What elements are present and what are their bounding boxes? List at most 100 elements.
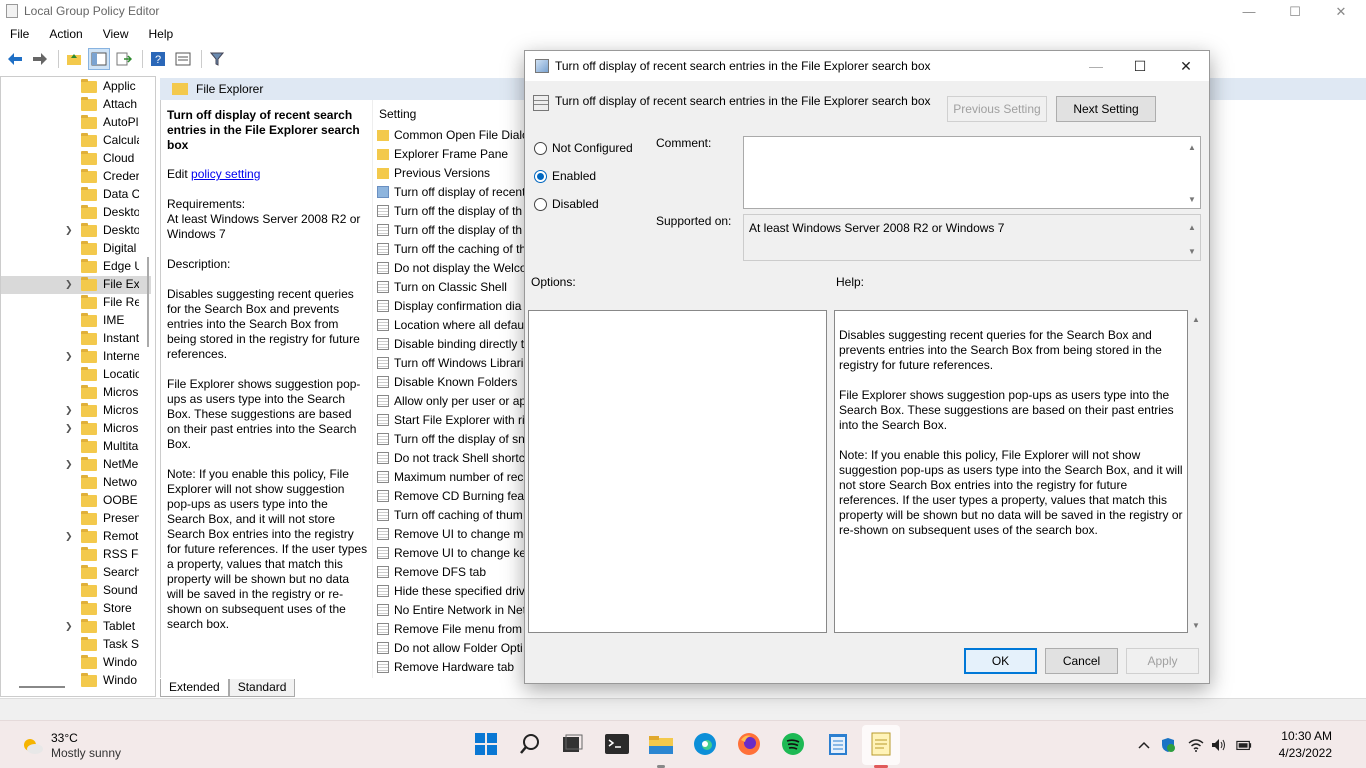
terminal-icon[interactable] (604, 731, 630, 757)
radio-not-configured-dot[interactable] (534, 141, 547, 155)
scroll-down-arrow-icon[interactable]: ▼ (1188, 195, 1196, 204)
tree-item[interactable]: Netwo (1, 474, 151, 492)
chevron-right-icon[interactable]: ❯ (65, 279, 73, 290)
up-folder-icon[interactable] (63, 48, 85, 70)
edit-policy-link[interactable]: policy setting (191, 167, 260, 181)
setting-row[interactable]: No Entire Network in Net (377, 603, 526, 622)
setting-column-header[interactable]: Setting (379, 107, 416, 121)
edge-browser-icon[interactable] (692, 731, 718, 757)
tree-item[interactable]: ❯ Micros (1, 402, 151, 420)
tree-item[interactable]: ❯ Remot (1, 528, 151, 546)
clock-date[interactable]: 4/23/2022 (1262, 746, 1332, 760)
setting-row[interactable]: Turn off display of recent (377, 185, 525, 204)
menu-file[interactable]: File (0, 24, 39, 44)
setting-row[interactable]: Disable Known Folders (377, 375, 517, 394)
tree-item[interactable]: Attach (1, 96, 151, 114)
setting-row[interactable]: Allow only per user or ap (377, 394, 526, 413)
setting-row[interactable]: Remove Hardware tab (377, 660, 514, 678)
tree-item[interactable]: Sound (1, 582, 151, 600)
chevron-right-icon[interactable]: ❯ (65, 531, 73, 542)
back-arrow-icon[interactable] (4, 48, 26, 70)
tree-item[interactable]: Edge U (1, 258, 151, 276)
setting-row[interactable]: Display confirmation dia (377, 299, 521, 318)
tree-item[interactable]: Multita (1, 438, 151, 456)
radio-enabled[interactable]: Enabled (534, 168, 596, 184)
setting-row[interactable]: Remove DFS tab (377, 565, 486, 584)
chevron-right-icon[interactable]: ❯ (65, 405, 73, 416)
notepad-icon[interactable] (825, 731, 851, 757)
search-icon[interactable] (517, 731, 543, 757)
setting-row[interactable]: Remove File menu from (377, 622, 522, 641)
menu-view[interactable]: View (93, 24, 139, 44)
setting-row[interactable]: Remove CD Burning feat (377, 489, 527, 508)
settings-folder-row[interactable]: Previous Versions (377, 166, 490, 185)
setting-row[interactable]: Do not track Shell shortc (377, 451, 525, 470)
chevron-right-icon[interactable]: ❯ (65, 423, 73, 434)
cancel-button[interactable]: Cancel (1045, 648, 1118, 674)
clock-time[interactable]: 10:30 AM (1268, 729, 1332, 743)
task-view-icon[interactable] (559, 731, 585, 757)
setting-row[interactable]: Start File Explorer with ri (377, 413, 525, 432)
tree-item[interactable]: Search (1, 564, 151, 582)
forward-arrow-icon[interactable] (29, 48, 51, 70)
tree-item[interactable]: ❯ File Exp (1, 276, 151, 294)
tab-standard[interactable]: Standard (228, 679, 296, 697)
export-list-icon[interactable] (113, 48, 135, 70)
setting-row[interactable]: Do not allow Folder Opti (377, 641, 523, 660)
setting-row[interactable]: Turn on Classic Shell (377, 280, 507, 299)
radio-not-configured[interactable]: Not Configured (534, 140, 633, 156)
tree-item[interactable]: Deskto (1, 204, 151, 222)
security-shield-icon[interactable] (1160, 737, 1176, 753)
tree-item[interactable]: Locatio (1, 366, 151, 384)
minimize-button[interactable]: — (1226, 0, 1272, 24)
tree-item[interactable]: ❯ NetMe (1, 456, 151, 474)
tree-item[interactable]: RSS Fe (1, 546, 151, 564)
close-button[interactable]: ✕ (1318, 0, 1364, 24)
tree-item[interactable]: Creder (1, 168, 151, 186)
scroll-up-arrow-icon[interactable]: ▲ (1188, 143, 1196, 152)
tree-item[interactable]: AutoPl (1, 114, 151, 132)
setting-row[interactable]: Turn off the display of sn (377, 432, 525, 451)
help-icon[interactable]: ? (147, 48, 169, 70)
policy-tree[interactable]: Applic Attach AutoPl Calcula Cloud Creder Data… (0, 76, 156, 697)
wifi-icon[interactable] (1188, 737, 1204, 753)
start-windows-icon[interactable] (473, 731, 499, 757)
show-hide-tree-icon[interactable] (88, 48, 110, 70)
settings-folder-row[interactable]: Explorer Frame Pane (377, 147, 508, 166)
tree-item[interactable]: Cloud (1, 150, 151, 168)
settings-list[interactable]: Setting Common Open File Dialo Explorer F… (372, 100, 528, 678)
setting-row[interactable]: Maximum number of rec (377, 470, 523, 489)
scroll-up-arrow-icon[interactable]: ▲ (1188, 223, 1196, 232)
chevron-right-icon[interactable]: ❯ (65, 225, 73, 236)
chevron-right-icon[interactable]: ❯ (65, 459, 73, 470)
tree-item[interactable]: File Re (1, 294, 151, 312)
setting-row[interactable]: Hide these specified driv (377, 584, 525, 603)
tree-item[interactable]: ❯ Micros (1, 420, 151, 438)
ok-button[interactable]: OK (964, 648, 1037, 674)
next-setting-button[interactable]: Next Setting (1056, 96, 1156, 122)
gpedit-taskbar-icon[interactable] (868, 731, 894, 757)
tree-item[interactable]: ❯ Tablet (1, 618, 151, 636)
tree-item[interactable]: Data C (1, 186, 151, 204)
tree-vertical-scrollbar[interactable] (147, 257, 149, 347)
setting-row[interactable]: Turn off the caching of th (377, 242, 526, 261)
tab-extended[interactable]: Extended (160, 679, 229, 697)
radio-enabled-dot[interactable] (534, 169, 547, 183)
help-scroll-up-icon[interactable]: ▲ (1192, 315, 1200, 324)
setting-row[interactable]: Location where all defau (377, 318, 524, 337)
tree-item[interactable]: Calcula (1, 132, 151, 150)
tree-item[interactable]: ❯ Interne (1, 348, 151, 366)
weather-widget[interactable]: 33°C Mostly sunny (18, 729, 138, 763)
tree-item[interactable]: OOBE (1, 492, 151, 510)
scroll-down-arrow-icon[interactable]: ▼ (1188, 247, 1196, 256)
file-explorer-icon[interactable] (648, 731, 674, 757)
setting-row[interactable]: Do not display the Welco (377, 261, 527, 280)
tree-item[interactable]: Applic (1, 78, 151, 96)
dialog-maximize-button[interactable]: ☐ (1125, 55, 1155, 77)
battery-icon[interactable] (1236, 737, 1252, 753)
tree-item[interactable]: IME (1, 312, 151, 330)
tree-item[interactable]: Task Sc (1, 636, 151, 654)
chevron-right-icon[interactable]: ❯ (65, 351, 73, 362)
menu-help[interactable]: Help (139, 24, 184, 44)
tree-item[interactable]: Digital (1, 240, 151, 258)
